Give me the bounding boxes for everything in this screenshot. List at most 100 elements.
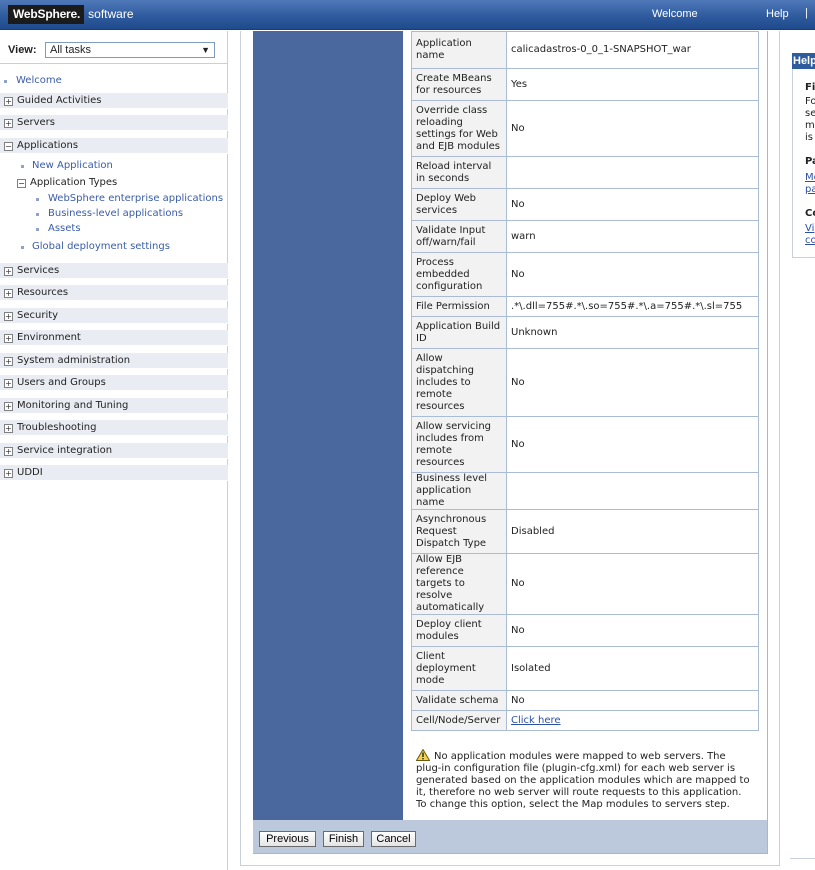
warning-line-2: plug-in configuration file (plugin-cfg.x… bbox=[416, 763, 736, 774]
summary-value: .*\.dll=755#.*\.so=755#.*\.a=755#.*\.sl=… bbox=[506, 296, 759, 317]
nav-category-applications[interactable]: − Applications bbox=[0, 138, 228, 154]
nav-item-assets[interactable]: Assets bbox=[0, 221, 228, 237]
table-row: Process embedded configuration No bbox=[411, 252, 759, 297]
summary-key: Validate schema bbox=[411, 690, 507, 711]
nav-category-label: Applications bbox=[17, 140, 79, 151]
expand-plus-icon[interactable]: + bbox=[4, 267, 13, 276]
nav-category-resources[interactable]: + Resources bbox=[0, 285, 228, 301]
summary-value: No bbox=[506, 553, 759, 615]
help-link[interactable]: Mo bbox=[805, 172, 815, 184]
nav-category-system-administration[interactable]: + System administration bbox=[0, 353, 228, 369]
nav-websphere-enterprise-applications-label[interactable]: WebSphere enterprise applications bbox=[48, 191, 223, 207]
expand-plus-icon[interactable]: + bbox=[4, 289, 13, 298]
warning-message: No application modules were mapped to we… bbox=[416, 749, 761, 811]
horizontal-scrollbar[interactable] bbox=[790, 858, 815, 870]
nav-item-welcome[interactable]: Welcome bbox=[0, 73, 228, 89]
view-selector-row: View: All tasks ▼ bbox=[0, 39, 228, 59]
table-row: Business level application name bbox=[411, 472, 759, 510]
nav-new-application-label[interactable]: New Application bbox=[32, 158, 113, 174]
summary-value: No bbox=[506, 188, 759, 221]
help-panel-title: Help bbox=[792, 53, 815, 69]
table-row: File Permission .*\.dll=755#.*\.so=755#.*… bbox=[411, 296, 759, 317]
welcome-text: Welcome bbox=[652, 8, 698, 20]
summary-value: No bbox=[506, 416, 759, 473]
nav-category-security[interactable]: + Security bbox=[0, 308, 228, 324]
table-row: Deploy client modules No bbox=[411, 614, 759, 647]
help-link[interactable]: co bbox=[805, 235, 815, 247]
click-here-link[interactable]: Click here bbox=[511, 715, 561, 726]
expand-plus-icon[interactable]: + bbox=[4, 334, 13, 343]
nav-item-new-application[interactable]: New Application bbox=[0, 158, 228, 174]
summary-value: Unknown bbox=[506, 316, 759, 349]
expand-plus-icon[interactable]: + bbox=[4, 119, 13, 128]
summary-value: Disabled bbox=[506, 509, 759, 554]
nav-business-level-applications-label[interactable]: Business-level applications bbox=[48, 206, 183, 222]
table-row: Override class reloading settings for We… bbox=[411, 100, 759, 157]
expand-plus-icon[interactable]: + bbox=[4, 447, 13, 456]
nav-item-global-deployment-settings[interactable]: Global deployment settings bbox=[0, 239, 228, 255]
nav-assets-label[interactable]: Assets bbox=[48, 221, 81, 237]
expand-plus-icon[interactable]: + bbox=[4, 469, 13, 478]
expand-plus-icon[interactable]: + bbox=[4, 97, 13, 106]
expand-plus-icon[interactable]: + bbox=[4, 379, 13, 388]
nav-category-monitoring-and-tuning[interactable]: + Monitoring and Tuning bbox=[0, 398, 228, 414]
nav-category-uddi[interactable]: + UDDI bbox=[0, 465, 228, 481]
summary-value: warn bbox=[506, 220, 759, 253]
nav-global-deployment-settings-label[interactable]: Global deployment settings bbox=[32, 239, 170, 255]
collapse-minus-icon[interactable]: − bbox=[4, 142, 13, 151]
nav-item-business-level-applications[interactable]: Business-level applications bbox=[0, 206, 228, 222]
summary-key: Reload interval in seconds bbox=[411, 156, 507, 189]
cancel-button[interactable]: Cancel bbox=[371, 831, 416, 847]
summary-key: Create MBeans for resources bbox=[411, 68, 507, 101]
nav-item-websphere-enterprise-applications[interactable]: WebSphere enterprise applications bbox=[0, 191, 228, 207]
summary-key: Cell/Node/Server bbox=[411, 710, 507, 731]
nav-category-services[interactable]: + Services bbox=[0, 263, 228, 279]
nav-category-users-and-groups[interactable]: + Users and Groups bbox=[0, 375, 228, 391]
finish-button[interactable]: Finish bbox=[323, 831, 364, 847]
help-link[interactable]: Vi bbox=[805, 223, 815, 235]
bullet-icon bbox=[21, 165, 24, 168]
bullet-icon bbox=[36, 228, 39, 231]
warning-icon bbox=[416, 749, 430, 761]
collapse-minus-icon[interactable]: − bbox=[17, 179, 26, 188]
help-link[interactable]: Help bbox=[766, 8, 789, 20]
nav-category-label: Security bbox=[17, 310, 59, 321]
warning-line-4: it, therefore no web server will route r… bbox=[416, 787, 742, 798]
bullet-icon bbox=[4, 80, 7, 83]
expand-plus-icon[interactable]: + bbox=[4, 357, 13, 366]
expand-plus-icon[interactable]: + bbox=[4, 424, 13, 433]
summary-key: Application Build ID bbox=[411, 316, 507, 349]
summary-key: Business level application name bbox=[411, 472, 507, 510]
expand-plus-icon[interactable]: + bbox=[4, 312, 13, 321]
help-heading-page: Pa bbox=[805, 156, 815, 167]
nav-application-types-label: Application Types bbox=[30, 177, 118, 188]
nav-welcome-label[interactable]: Welcome bbox=[16, 73, 62, 89]
help-text-line: is bbox=[805, 132, 813, 143]
summary-key: Override class reloading settings for We… bbox=[411, 100, 507, 157]
previous-button[interactable]: Previous bbox=[259, 831, 316, 847]
nav-category-label: Resources bbox=[17, 287, 69, 298]
nav-category-service-integration[interactable]: + Service integration bbox=[0, 443, 228, 459]
nav-category-guided-activities[interactable]: + Guided Activities bbox=[0, 93, 228, 109]
summary-value: No bbox=[506, 348, 759, 417]
websphere-logo: WebSphere. software bbox=[8, 4, 134, 24]
dropdown-arrow-icon: ▼ bbox=[201, 45, 210, 55]
nav-category-label: Monitoring and Tuning bbox=[17, 400, 129, 411]
help-text-line: Fo bbox=[805, 96, 815, 107]
nav-item-application-types[interactable]: − Application Types bbox=[0, 175, 228, 191]
table-row: Application name calicadastros-0_0_1-SNAP… bbox=[411, 31, 759, 69]
brand-software: software bbox=[88, 7, 134, 21]
help-heading-field: Fi bbox=[805, 82, 815, 93]
view-select[interactable]: All tasks ▼ bbox=[45, 42, 215, 58]
help-link[interactable]: pa bbox=[805, 184, 815, 196]
nav-category-label: Service integration bbox=[17, 445, 113, 456]
nav-category-servers[interactable]: + Servers bbox=[0, 115, 228, 131]
expand-plus-icon[interactable]: + bbox=[4, 402, 13, 411]
wizard-button-bar: Previous Finish Cancel bbox=[253, 820, 768, 854]
table-row: Client deployment mode Isolated bbox=[411, 646, 759, 691]
nav-category-label: Services bbox=[17, 265, 60, 276]
nav-category-environment[interactable]: + Environment bbox=[0, 330, 228, 346]
summary-value bbox=[506, 472, 759, 510]
nav-category-troubleshooting[interactable]: + Troubleshooting bbox=[0, 420, 228, 436]
summary-value: No bbox=[506, 614, 759, 647]
